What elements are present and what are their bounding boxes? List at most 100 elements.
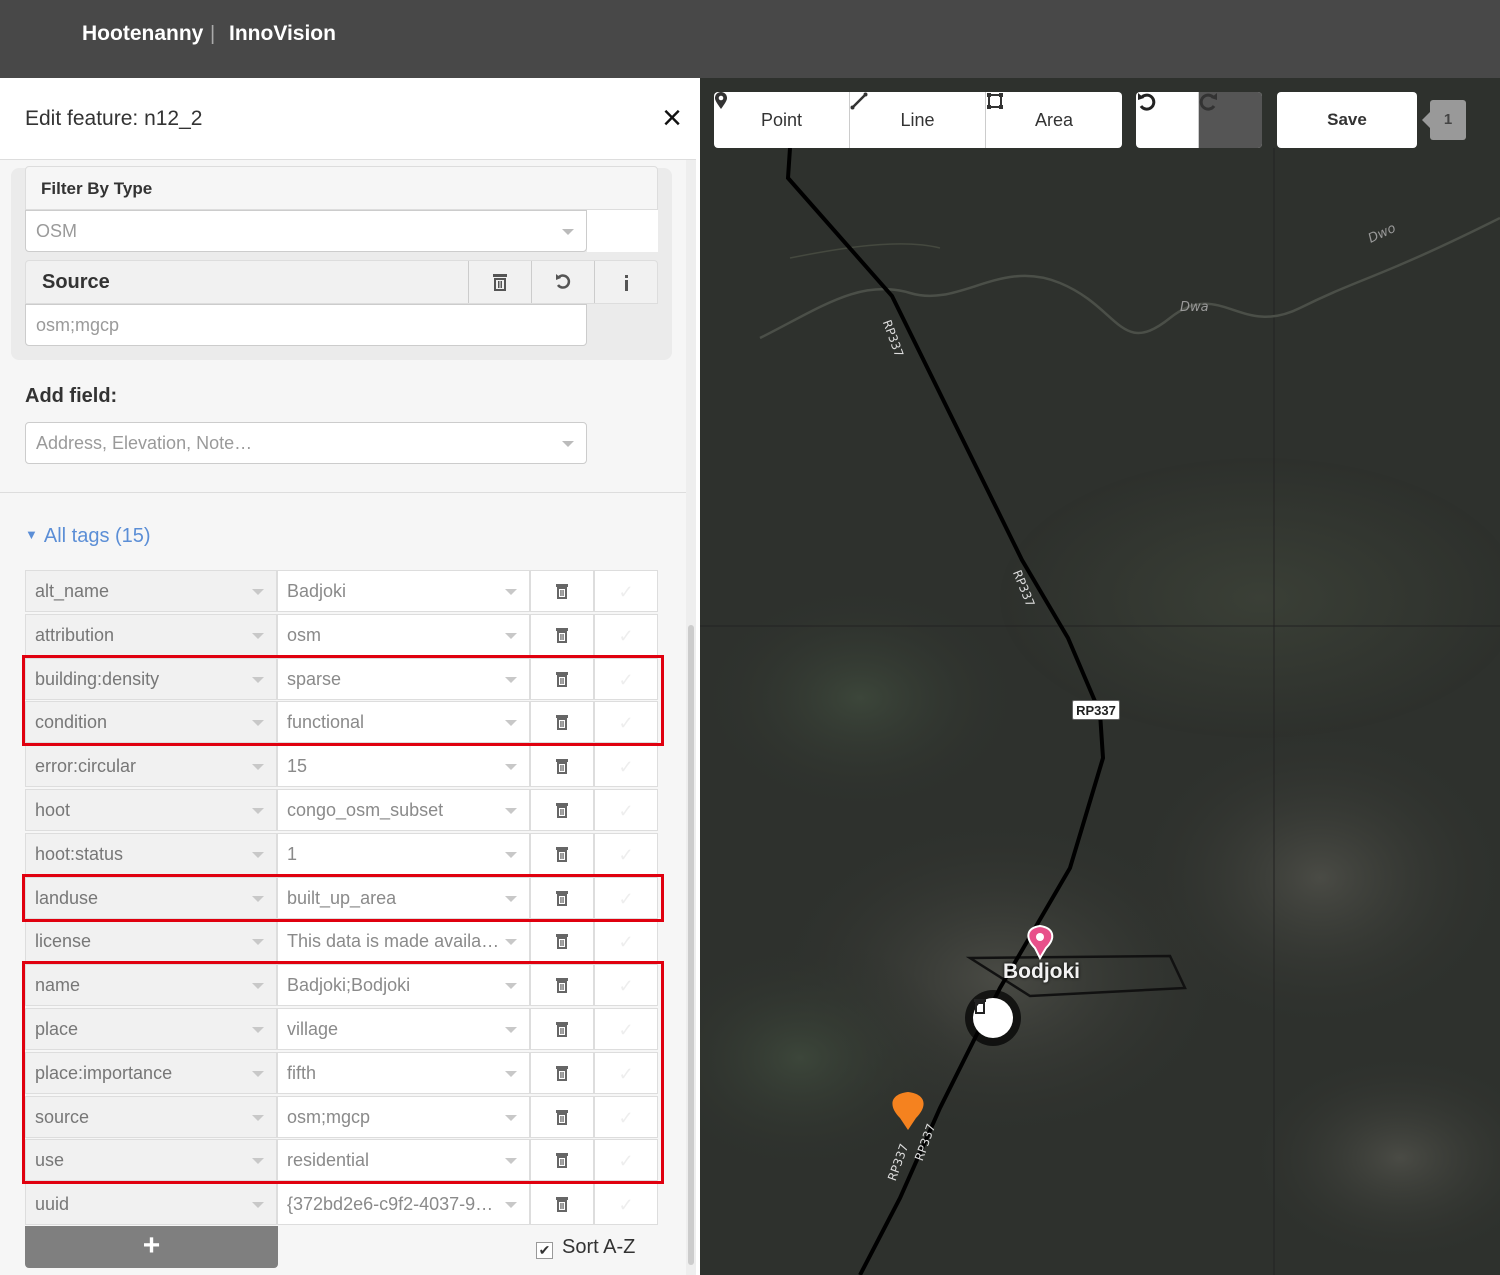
tag-key-text: uuid xyxy=(35,1194,70,1215)
trash-icon xyxy=(493,274,507,291)
app-brand-secondary[interactable]: InnoVision xyxy=(229,22,336,46)
top-bar: Hootenanny | InnoVision xyxy=(0,0,1500,78)
tag-delete-button[interactable] xyxy=(530,920,594,963)
chevron-down-icon xyxy=(505,589,517,595)
tag-key-input[interactable]: error:circular xyxy=(25,745,277,788)
tag-key-text: alt_name xyxy=(35,581,110,601)
checkmark-icon: ✓ xyxy=(618,582,634,602)
satellite-imagery xyxy=(700,78,1500,1275)
source-info-button[interactable] xyxy=(594,261,657,303)
tag-delete-button[interactable] xyxy=(530,570,594,612)
tag-confirm-button[interactable]: ✓ xyxy=(594,745,658,788)
sort-az-toggle[interactable]: ✔ Sort A-Z xyxy=(536,1236,635,1259)
tag-confirm-button[interactable]: ✓ xyxy=(594,789,658,831)
tag-delete-button[interactable] xyxy=(530,1183,594,1226)
redo-button[interactable] xyxy=(1198,92,1262,148)
tag-row: hoot congo_osm_subset ✓ xyxy=(25,789,658,831)
tag-delete-button[interactable] xyxy=(530,613,594,656)
source-delete-button[interactable] xyxy=(468,261,531,303)
tag-value-text: osm xyxy=(287,624,322,645)
chevron-down-icon xyxy=(505,851,517,858)
chevron-down-icon xyxy=(505,1202,517,1209)
sidebar-scrollbar[interactable] xyxy=(686,160,696,1275)
info-icon xyxy=(625,275,628,291)
tag-value-input[interactable]: Badjoki xyxy=(277,570,530,612)
trash-icon xyxy=(556,934,568,950)
tag-delete-button[interactable] xyxy=(530,745,594,788)
map-pin-icon xyxy=(715,92,727,109)
chevron-down-icon xyxy=(505,632,517,639)
tag-key-input[interactable]: hoot xyxy=(25,789,277,831)
history-toolbar xyxy=(1136,92,1262,148)
chevron-down-icon xyxy=(252,808,264,814)
tag-value-input[interactable]: osm xyxy=(277,613,530,656)
tag-key-input[interactable]: license xyxy=(25,920,277,963)
tag-key-text: hoot:status xyxy=(35,843,124,864)
filter-by-type-label: Filter By Type xyxy=(25,166,658,210)
save-toolbar: Save xyxy=(1277,92,1417,148)
tag-row: uuid {372bd2e6-c9f2-4037-9… ✓ xyxy=(25,1183,658,1226)
close-icon[interactable]: × xyxy=(658,100,686,136)
add-point-button[interactable]: Point xyxy=(714,92,849,148)
tag-value-input[interactable]: 15 xyxy=(277,745,530,788)
tag-delete-button[interactable] xyxy=(530,789,594,831)
save-button[interactable]: Save xyxy=(1277,92,1417,148)
tag-delete-button[interactable] xyxy=(530,832,594,875)
add-tag-button[interactable]: + xyxy=(25,1226,278,1268)
add-area-button[interactable]: Area xyxy=(985,92,1122,148)
tag-key-text: error:circular xyxy=(35,756,137,777)
tag-confirm-button[interactable]: ✓ xyxy=(594,613,658,656)
tag-key-input[interactable]: uuid xyxy=(25,1183,277,1226)
sort-az-label: Sort A-Z xyxy=(562,1236,636,1258)
tag-row: error:circular 15 ✓ xyxy=(25,745,658,788)
tag-key-text: license xyxy=(35,931,92,952)
all-tags-toggle[interactable]: ▼ All tags (15) xyxy=(25,525,151,548)
source-undo-button[interactable] xyxy=(531,261,594,303)
tag-value-input[interactable]: congo_osm_subset xyxy=(277,789,530,831)
delete-vertex-button[interactable] xyxy=(973,998,1013,1038)
trash-icon xyxy=(556,1197,568,1213)
tag-confirm-button[interactable]: ✓ xyxy=(594,570,658,612)
highlight-box xyxy=(22,873,664,922)
add-line-button[interactable]: Line xyxy=(849,92,985,148)
trash-icon xyxy=(556,759,568,775)
filter-by-type-combo[interactable]: OSM xyxy=(25,210,587,252)
tag-key-input[interactable]: alt_name xyxy=(25,570,277,612)
tag-value-input[interactable]: {372bd2e6-c9f2-4037-9… xyxy=(277,1183,530,1226)
chevron-down-icon xyxy=(252,939,264,946)
source-value-field[interactable]: osm;mgcp xyxy=(25,304,587,346)
undo-button[interactable] xyxy=(1136,92,1198,148)
chevron-down-icon xyxy=(252,1202,264,1209)
tag-key-input[interactable]: hoot:status xyxy=(25,832,277,875)
section-divider xyxy=(0,492,686,493)
source-label: Source xyxy=(42,271,110,293)
tag-confirm-button[interactable]: ✓ xyxy=(594,832,658,875)
area-label: Area xyxy=(1034,110,1074,130)
app-brand[interactable]: Hootenanny xyxy=(82,22,203,46)
tag-key-input[interactable]: attribution xyxy=(25,613,277,656)
chevron-down-icon xyxy=(505,764,517,771)
checkmark-icon: ✓ xyxy=(618,801,634,821)
tag-value-text: congo_osm_subset xyxy=(287,800,444,820)
tag-confirm-button[interactable]: ✓ xyxy=(594,1183,658,1226)
chevron-down-icon xyxy=(562,441,574,447)
add-field-input[interactable]: Address, Elevation, Note… xyxy=(25,422,587,464)
tag-confirm-button[interactable]: ✓ xyxy=(594,920,658,963)
checkmark-icon: ✓ xyxy=(618,625,634,646)
tag-key-text: attribution xyxy=(35,624,115,645)
tag-key-text: hoot xyxy=(35,800,71,820)
tag-value-input[interactable]: 1 xyxy=(277,832,530,875)
undo-icon xyxy=(1138,93,1156,111)
scrollbar-thumb[interactable] xyxy=(688,625,694,1265)
place-label: Bodjoki xyxy=(1003,960,1080,983)
map-view[interactable]: RP337 RP337 RP337 RP337 Dwa Dwo RP337 Bo… xyxy=(700,78,1500,1275)
add-field-label: Add field: xyxy=(25,385,118,407)
chevron-down-icon xyxy=(252,632,264,639)
checkbox-icon[interactable]: ✔ xyxy=(536,1242,553,1259)
brand-separator: | xyxy=(210,23,216,45)
tag-value-input[interactable]: This data is made availa… xyxy=(277,920,530,963)
disclosure-triangle-icon: ▼ xyxy=(25,527,38,542)
chevron-down-icon xyxy=(505,939,517,946)
chevron-down-icon xyxy=(252,589,264,595)
trash-icon xyxy=(556,846,568,862)
